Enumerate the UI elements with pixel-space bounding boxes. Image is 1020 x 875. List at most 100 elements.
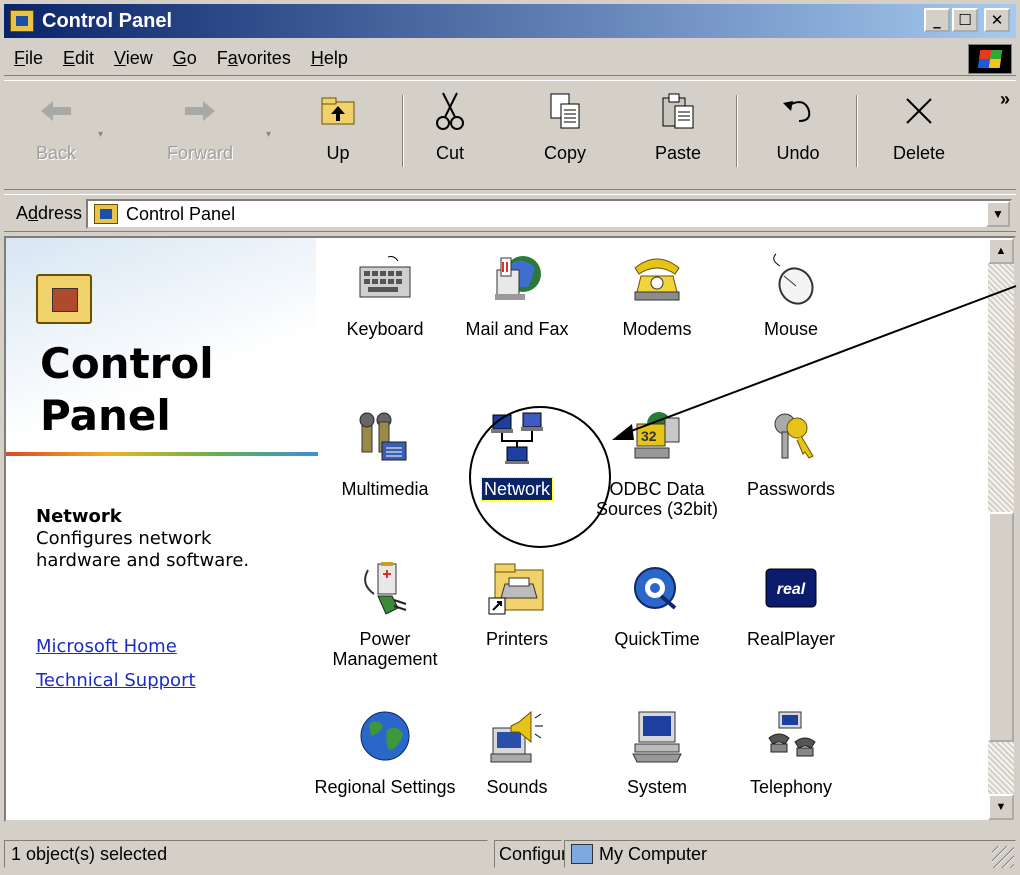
printers-icon <box>487 558 547 618</box>
mail-fax-icon <box>487 248 547 308</box>
forward-button[interactable]: Forward <box>154 89 246 181</box>
item-quicktime[interactable]: QuickTime <box>582 558 732 650</box>
menu-view-accel: V <box>114 48 126 68</box>
status-zone-label: My Computer <box>599 843 708 864</box>
item-printers[interactable]: Printers <box>442 558 592 650</box>
web-view-info-pane: Control Panel Network Configures network… <box>6 238 318 820</box>
status-zone: My Computer <box>564 840 1016 868</box>
toolbar-separator <box>736 95 738 167</box>
menu-favorites[interactable]: Favorites <box>207 48 301 69</box>
delete-button[interactable]: Delete <box>874 89 964 181</box>
selected-item-description: Configures network hardware and software… <box>36 528 250 571</box>
realplayer-badge-text: real <box>777 581 806 598</box>
item-mouse[interactable]: Mouse <box>716 248 866 340</box>
menu-view[interactable]: View <box>104 48 163 69</box>
technical-support-link[interactable]: Technical Support <box>36 670 196 691</box>
close-button[interactable]: ✕ <box>984 8 1010 32</box>
svg-text:32: 32 <box>641 428 657 444</box>
delete-x-icon <box>899 89 939 133</box>
folder-view: Control Panel Network Configures network… <box>4 236 1016 822</box>
windows-logo-icon <box>968 44 1012 74</box>
vertical-scrollbar[interactable]: ▲ ▼ <box>988 238 1014 820</box>
pane-title-line2: Panel <box>40 391 171 440</box>
title-bar[interactable]: Control Panel _ ☐ ✕ <box>4 4 1016 38</box>
item-mail-and-fax[interactable]: Mail and Fax <box>442 248 592 340</box>
menu-go[interactable]: Go <box>163 48 207 69</box>
copy-icon <box>545 89 585 133</box>
power-icon <box>355 558 415 618</box>
item-label: System <box>626 777 687 797</box>
address-dropdown-button[interactable]: ▼ <box>986 201 1010 227</box>
quicktime-icon <box>627 558 687 618</box>
window-controls: _ ☐ ✕ <box>924 8 1010 32</box>
menu-edit[interactable]: Edit <box>53 48 104 69</box>
scroll-down-button[interactable]: ▼ <box>988 794 1014 820</box>
address-value: Control Panel <box>126 203 236 224</box>
item-label: Mouse <box>763 319 819 339</box>
paste-label: Paste <box>654 143 702 163</box>
menu-favorites-label: vorites <box>237 48 291 68</box>
menu-help[interactable]: Help <box>301 48 358 69</box>
address-field[interactable]: Control Panel ▼ <box>86 199 1012 229</box>
item-label: QuickTime <box>614 629 700 649</box>
control-panel-folder-icon <box>36 274 92 324</box>
item-label: Modems <box>622 319 692 339</box>
copy-button[interactable]: Copy <box>530 89 600 181</box>
item-label: Keyboard <box>346 319 424 339</box>
globe-icon <box>355 706 415 766</box>
item-telephony[interactable]: Telephony <box>716 706 866 798</box>
item-keyboard[interactable]: Keyboard <box>310 248 460 340</box>
undo-button[interactable]: Undo <box>760 89 836 181</box>
telephony-icon <box>761 706 821 766</box>
item-multimedia[interactable]: Multimedia <box>310 408 460 500</box>
menu-file[interactable]: File <box>4 48 53 69</box>
scroll-up-button[interactable]: ▲ <box>988 238 1014 264</box>
back-dropdown-icon[interactable]: ▾ <box>98 129 103 140</box>
back-arrow-icon <box>36 89 76 133</box>
item-modems[interactable]: Modems <box>582 248 732 340</box>
mouse-icon <box>761 248 821 308</box>
menu-help-accel: H <box>310 48 324 68</box>
menu-go-label: o <box>186 48 197 68</box>
scissors-icon <box>430 89 470 133</box>
item-realplayer[interactable]: real RealPlayer <box>716 558 866 650</box>
address-bar: Address Control Panel ▼ <box>4 194 1016 232</box>
cut-button[interactable]: Cut <box>420 89 480 181</box>
item-system[interactable]: System <box>582 706 732 798</box>
undo-label: Undo <box>776 143 820 163</box>
item-power-management[interactable]: Power Management <box>310 558 460 670</box>
scroll-thumb[interactable] <box>988 512 1014 742</box>
cut-label: Cut <box>435 143 464 163</box>
item-label: Passwords <box>746 479 836 499</box>
status-selection: 1 object(s) selected <box>4 840 488 868</box>
item-odbc[interactable]: 32 ODBC Data Sources (32bit) <box>582 408 732 520</box>
menu-help-label: elp <box>323 48 348 68</box>
item-sounds[interactable]: Sounds <box>442 706 592 798</box>
menu-go-accel: G <box>172 48 187 68</box>
maximize-button[interactable]: ☐ <box>952 8 978 32</box>
pane-divider <box>6 452 318 456</box>
minimize-button[interactable]: _ <box>924 8 950 32</box>
item-passwords[interactable]: Passwords <box>716 408 866 500</box>
resize-grip[interactable] <box>992 846 1014 868</box>
forward-dropdown-icon[interactable]: ▾ <box>266 129 271 140</box>
menu-file-accel: F <box>14 48 25 68</box>
forward-label: Forward <box>166 143 233 163</box>
up-button[interactable]: Up <box>308 89 368 181</box>
item-regional-settings[interactable]: Regional Settings <box>310 706 460 798</box>
item-network[interactable]: Network <box>442 408 592 501</box>
control-panel-icon <box>10 10 34 32</box>
item-label: Mail and Fax <box>465 319 569 339</box>
menu-edit-accel: E <box>63 48 76 68</box>
toolbar-overflow-chevron-icon[interactable]: » <box>1000 89 1010 110</box>
paste-button[interactable]: Paste <box>640 89 716 181</box>
item-label: RealPlayer <box>746 629 836 649</box>
realplayer-icon: real <box>761 558 821 618</box>
network-icon <box>487 408 547 468</box>
item-label: Printers <box>485 629 548 649</box>
standard-toolbar: Back ▾ Forward ▾ Up Cut Copy Paste Undo … <box>4 80 1016 190</box>
status-bar: 1 object(s) selected Configur My Compute… <box>4 838 1016 870</box>
back-button[interactable]: Back <box>20 89 92 181</box>
up-folder-icon <box>318 89 358 133</box>
microsoft-home-link[interactable]: Microsoft Home <box>36 636 177 657</box>
